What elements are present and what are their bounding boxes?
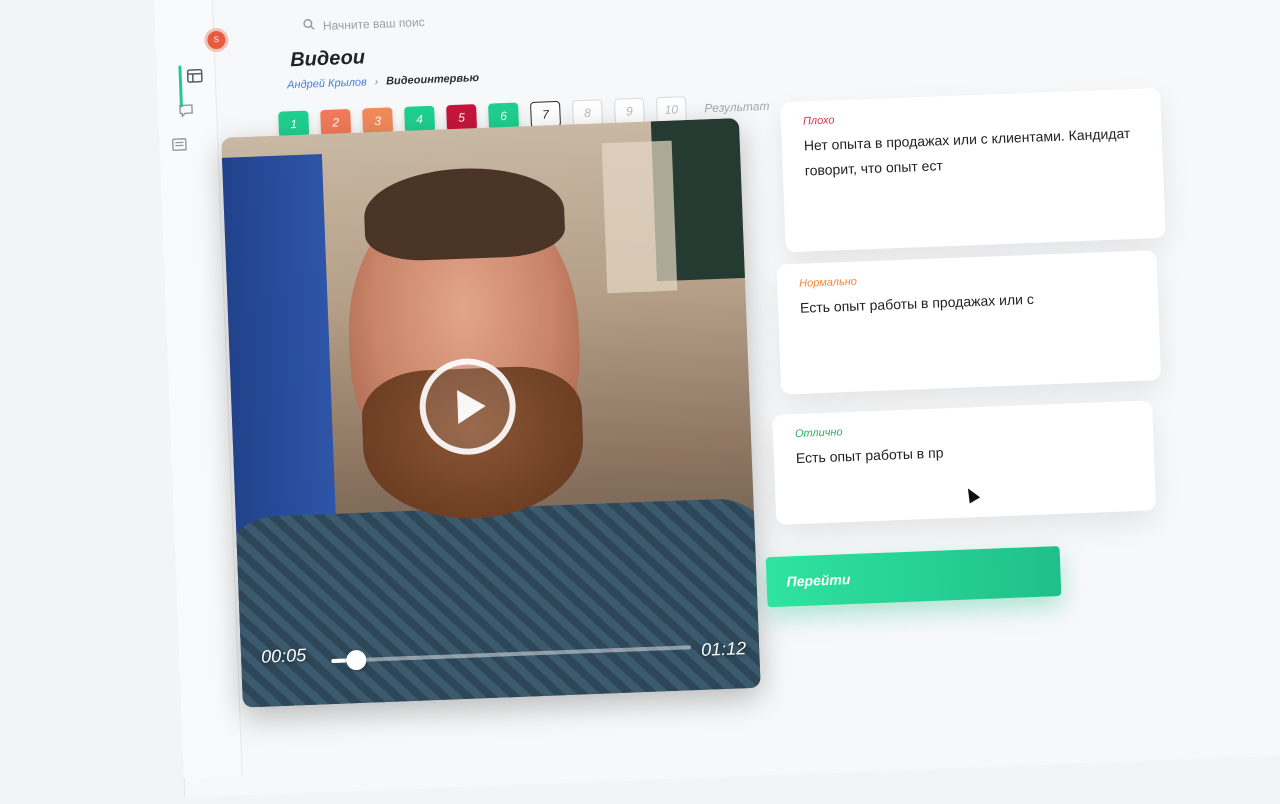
video-frame-person [221,497,760,708]
layout-icon[interactable] [187,69,204,84]
step-tab-10[interactable]: 10 [656,96,687,123]
step-tab-5[interactable]: 5 [446,104,477,131]
step-tab-9[interactable]: 9 [614,98,645,125]
rating-card-normal[interactable]: Нормально Есть опыт работы в продажах ил… [776,250,1161,394]
tab-result[interactable]: Результат [704,99,770,115]
search-icon [303,18,316,33]
play-triangle [457,389,486,424]
rating-text: Есть опыт работы в пр [795,433,1132,471]
step-tab-6[interactable]: 6 [488,102,519,129]
chat-icon[interactable] [178,103,195,118]
step-tab-4[interactable]: 4 [404,106,435,133]
rating-card-excellent[interactable]: Отлично Есть опыт работы в пр [772,400,1156,525]
rating-text: Нет опыта в продажах или с клиентами. Ка… [803,121,1141,184]
rating-card-bad[interactable]: Плохо Нет опыта в продажах или с клиента… [780,88,1165,252]
rating-text: Есть опыт работы в продажах или с [800,283,1137,321]
app-window: S Начните ваш поис Видеои Андрей Крылов … [0,0,1280,744]
step-tab-7[interactable]: 7 [530,101,561,128]
current-time: 00:05 [261,645,307,668]
chevron-right-icon: › [375,76,379,87]
duration: 01:12 [701,638,747,661]
video-frame-person [363,165,566,263]
step-tab-3[interactable]: 3 [362,107,393,134]
video-frame-background [602,141,678,294]
video-player[interactable]: 00:05 01:12 [221,118,760,707]
list-icon[interactable] [171,137,188,152]
step-tab-8[interactable]: 8 [572,99,603,126]
page-title: Видеои [290,46,366,72]
step-tab-2[interactable]: 2 [320,109,351,136]
step-tab-1[interactable]: 1 [278,111,309,138]
